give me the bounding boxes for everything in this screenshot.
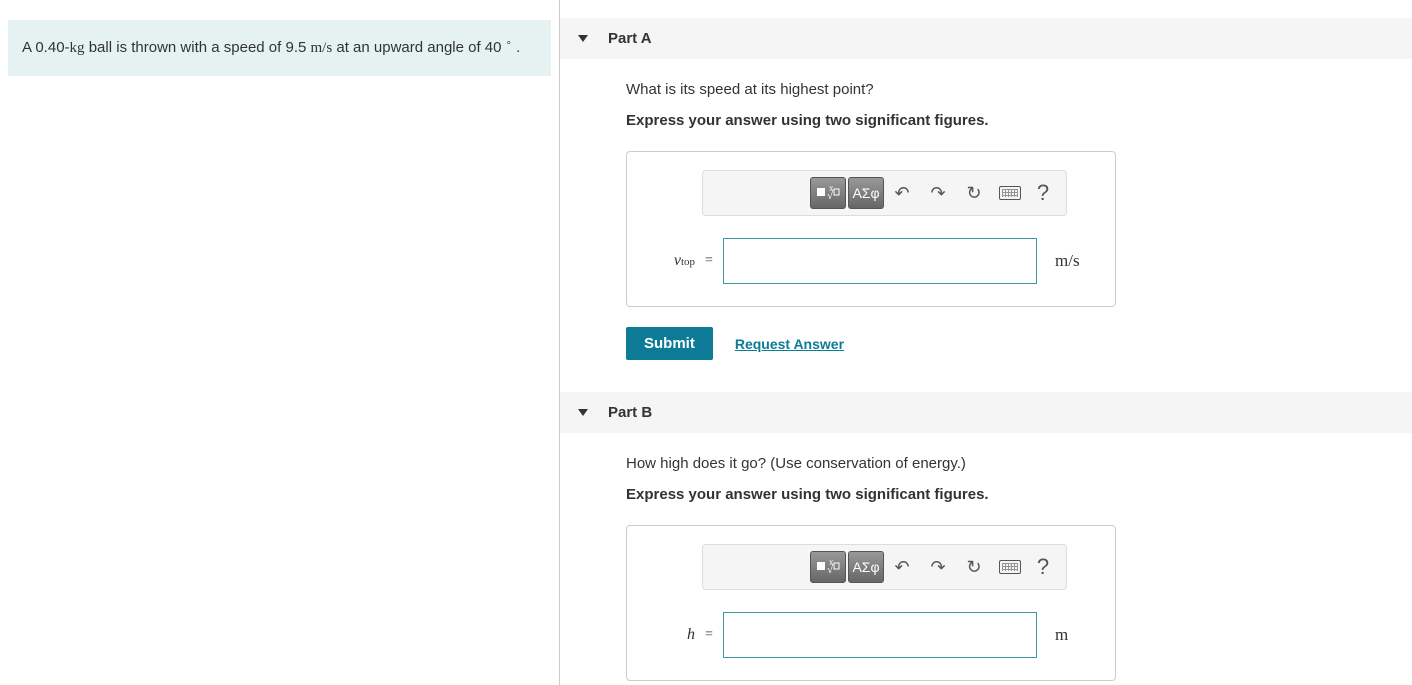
undo-icon: ↶ [894, 183, 909, 204]
help-icon: ? [1037, 180, 1049, 206]
problem-text-7: . [512, 39, 520, 56]
reset-icon: ↻ [966, 557, 981, 578]
equals-sign-a: = [705, 253, 713, 269]
help-button[interactable]: ? [1028, 551, 1058, 583]
part-b-question: How high does it go? (Use conservation o… [626, 455, 1388, 472]
problem-text-1: A 0.40- [22, 39, 70, 56]
part-a-toolbar: x √ ΑΣφ ↶ ↷ [702, 170, 1067, 216]
var-h: h [687, 626, 695, 643]
greek-button[interactable]: ΑΣφ [848, 177, 884, 209]
undo-button[interactable]: ↶ [884, 551, 920, 583]
keyboard-button[interactable] [992, 551, 1028, 583]
part-b-answer-box: x √ ΑΣφ ↶ ↷ [626, 525, 1116, 681]
greek-label: ΑΣφ [852, 559, 879, 575]
reset-button[interactable]: ↻ [956, 551, 992, 583]
greek-button[interactable]: ΑΣφ [848, 551, 884, 583]
part-b-title: Part B [608, 404, 652, 421]
part-a-question: What is its speed at its highest point? [626, 81, 1388, 98]
part-a-answer-box: x √ ΑΣφ ↶ ↷ [626, 151, 1116, 307]
equals-sign-b: = [705, 627, 713, 643]
reset-button[interactable]: ↻ [956, 177, 992, 209]
part-a-content: What is its speed at its highest point? … [584, 81, 1388, 360]
part-b-var-label: h [647, 626, 695, 644]
part-a-actions: Submit Request Answer [626, 327, 1388, 360]
problem-kg: kg [70, 40, 85, 56]
part-b-content: How high does it go? (Use conservation o… [584, 455, 1388, 681]
templates-button[interactable]: x √ [810, 177, 846, 209]
templates-button[interactable]: x √ [810, 551, 846, 583]
part-a-header[interactable]: Part A [560, 18, 1412, 59]
undo-icon: ↶ [894, 557, 909, 578]
undo-button[interactable]: ↶ [884, 177, 920, 209]
problem-ms: m/s [311, 40, 333, 56]
part-b-header[interactable]: Part B [560, 392, 1412, 433]
part-a-var-label: vtop [647, 252, 695, 270]
right-panel: Part A What is its speed at its highest … [560, 0, 1412, 685]
problem-text-5: at an upward angle of 40 [332, 39, 505, 56]
var-v: v [674, 252, 681, 269]
reset-icon: ↻ [966, 183, 981, 204]
request-answer-link[interactable]: Request Answer [735, 336, 844, 352]
caret-down-icon [578, 35, 588, 42]
part-b-answer-input[interactable] [723, 612, 1037, 658]
part-b-toolbar: x √ ΑΣφ ↶ ↷ [702, 544, 1067, 590]
part-a-title: Part A [608, 30, 652, 47]
templates-icon: x √ [816, 558, 840, 577]
problem-statement: A 0.40-kg ball is thrown with a speed of… [8, 20, 551, 76]
submit-button[interactable]: Submit [626, 327, 713, 360]
part-a-answer-row: vtop = m/s [647, 238, 1095, 284]
keyboard-icon [999, 560, 1021, 574]
redo-button[interactable]: ↷ [920, 551, 956, 583]
part-b-unit: m [1055, 625, 1095, 645]
help-button[interactable]: ? [1028, 177, 1058, 209]
keyboard-button[interactable] [992, 177, 1028, 209]
var-sub-top: top [681, 256, 695, 268]
redo-icon: ↷ [930, 183, 945, 204]
redo-icon: ↷ [930, 557, 945, 578]
part-b-instruction: Express your answer using two significan… [626, 486, 1388, 503]
keyboard-icon [999, 186, 1021, 200]
svg-text:√: √ [827, 190, 834, 200]
left-panel: A 0.40-kg ball is thrown with a speed of… [0, 0, 560, 685]
part-a-answer-input[interactable] [723, 238, 1037, 284]
part-b-answer-row: h = m [647, 612, 1095, 658]
svg-text:√: √ [827, 564, 834, 574]
part-a-unit: m/s [1055, 251, 1095, 271]
problem-text-3: ball is thrown with a speed of 9.5 [85, 39, 311, 56]
help-icon: ? [1037, 554, 1049, 580]
caret-down-icon [578, 409, 588, 416]
greek-label: ΑΣφ [852, 185, 879, 201]
redo-button[interactable]: ↷ [920, 177, 956, 209]
part-a-instruction: Express your answer using two significan… [626, 112, 1388, 129]
templates-icon: x √ [816, 184, 840, 203]
